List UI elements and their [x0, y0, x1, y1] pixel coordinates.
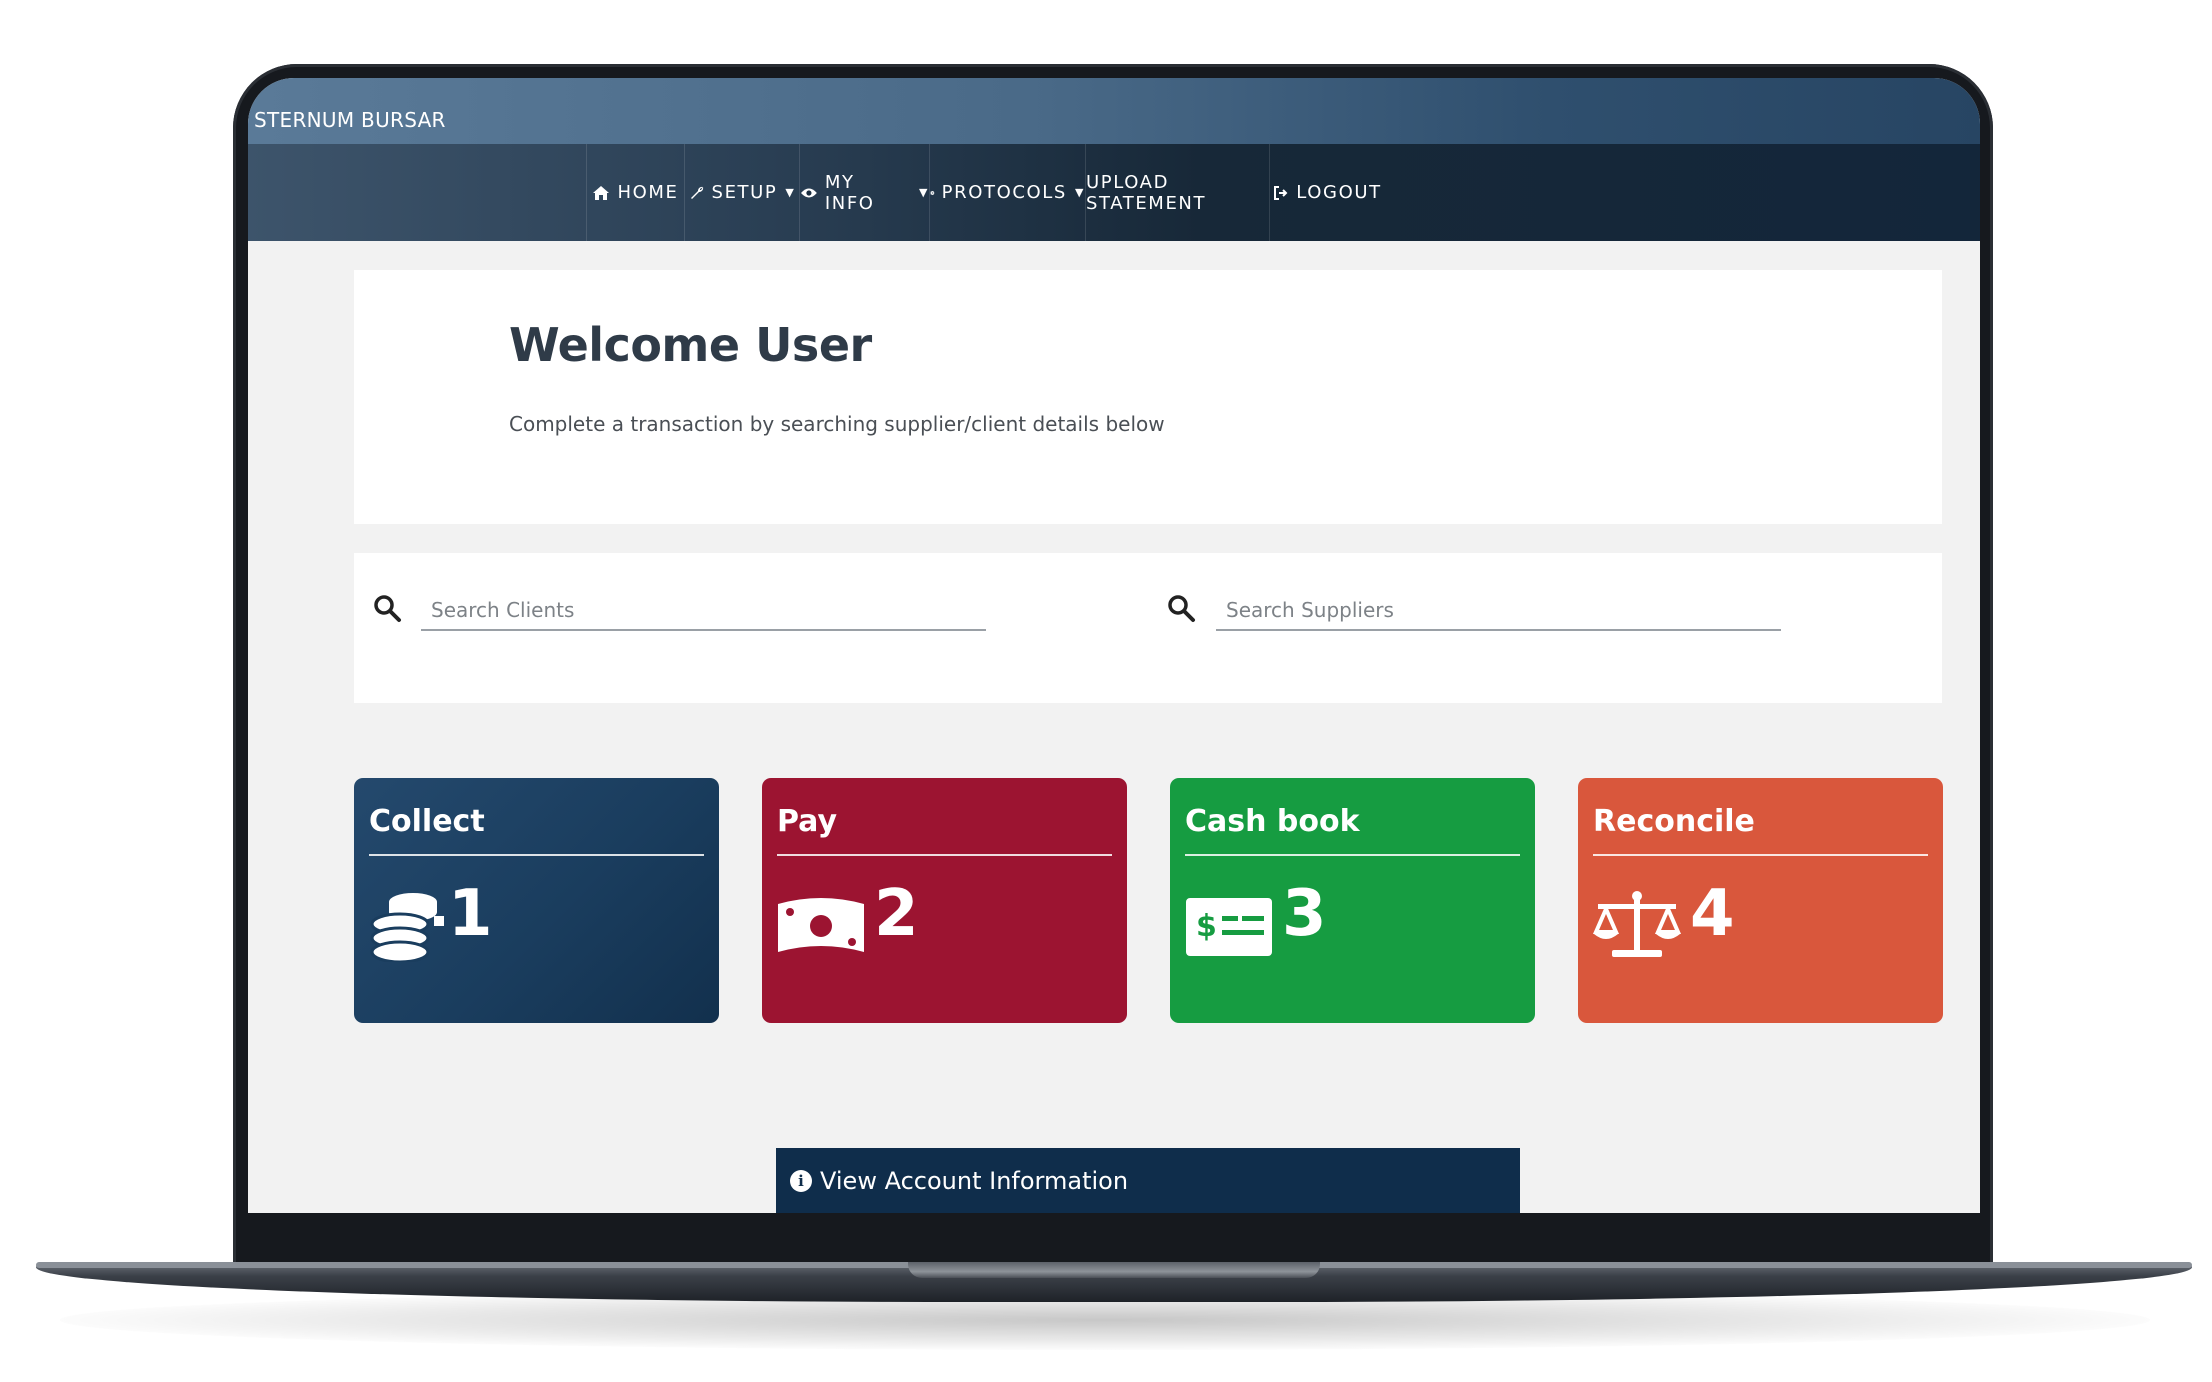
tile-reconcile[interactable]: Reconcile 4 [1578, 778, 1943, 1023]
welcome-card: Welcome User Complete a transaction by s… [354, 270, 1942, 524]
welcome-subtitle: Complete a transaction by searching supp… [509, 412, 1165, 436]
divider [1185, 854, 1520, 856]
svg-text:$: $ [1196, 909, 1217, 944]
tile-cash-book-title: Cash book [1185, 804, 1360, 839]
gear-icon [930, 190, 935, 195]
nav-upload-statement-label: UPLOAD STATEMENT [1086, 171, 1207, 214]
tile-collect-title: Collect [369, 804, 485, 839]
nav-protocols[interactable]: PROTOCOLS ▼ [929, 144, 1085, 241]
search-suppliers-input[interactable] [1216, 591, 1781, 631]
divider [369, 854, 704, 856]
welcome-title: Welcome User [509, 318, 872, 372]
nav-logout-label: LOGOUT [1296, 182, 1382, 203]
tile-reconcile-title: Reconcile [1593, 804, 1755, 839]
nav-protocols-label: PROTOCOLS [941, 182, 1067, 203]
top-bar: STERNUM BURSAR [248, 78, 1980, 144]
nav-upload-statement[interactable]: UPLOAD STATEMENT [1085, 144, 1269, 241]
cheque-icon: $ [1186, 898, 1272, 956]
wrench-icon [690, 186, 703, 199]
tile-cash-book[interactable]: Cash book $ 3 [1170, 778, 1535, 1023]
nav-setup[interactable]: SETUP ▼ [684, 144, 799, 241]
chevron-down-icon: ▼ [918, 186, 929, 199]
eye-icon [800, 188, 817, 197]
laptop-hinge-notch [908, 1262, 1320, 1278]
tile-pay-count: 2 [874, 877, 919, 951]
tile-reconcile-count: 4 [1690, 877, 1735, 951]
divider [1593, 854, 1928, 856]
tile-pay[interactable]: Pay 2 [762, 778, 1127, 1023]
nav-home[interactable]: HOME [586, 144, 684, 241]
nav-my-info[interactable]: MY INFO ▼ [799, 144, 929, 241]
info-circle-icon: i [790, 1170, 812, 1192]
view-account-info-label: View Account Information [820, 1167, 1129, 1195]
view-account-info-button[interactable]: i View Account Information [776, 1148, 1520, 1213]
balance-scale-icon [1592, 891, 1682, 957]
search-clients-input[interactable] [421, 591, 986, 631]
tile-collect-count: 1 [448, 877, 493, 951]
nav-my-info-label: MY INFO [824, 171, 875, 214]
home-icon [593, 185, 610, 200]
search-icon [1168, 595, 1195, 622]
screen: STERNUM BURSAR HOME SETUP ▼ MY INFO ▼ PR… [248, 78, 1980, 1213]
search-card [354, 553, 1942, 703]
divider [777, 854, 1112, 856]
chevron-down-icon: ▼ [1074, 186, 1085, 199]
money-bill-icon [778, 898, 864, 952]
brand-name: STERNUM BURSAR [254, 108, 446, 132]
tile-pay-title: Pay [777, 804, 838, 839]
nav-setup-label: SETUP [711, 182, 778, 203]
screen-bottom-bezel [248, 1213, 1980, 1263]
main-nav: HOME SETUP ▼ MY INFO ▼ PROTOCOLS ▼ UPLOA… [248, 144, 1980, 241]
logout-icon [1274, 185, 1288, 200]
coins-icon [370, 893, 444, 962]
chevron-down-icon: ▼ [785, 186, 796, 199]
search-icon [374, 595, 401, 622]
tile-cash-book-count: 3 [1282, 877, 1327, 951]
nav-logout[interactable]: LOGOUT [1269, 144, 1385, 241]
nav-home-label: HOME [617, 182, 679, 203]
tile-collect[interactable]: Collect 1 [354, 778, 719, 1023]
